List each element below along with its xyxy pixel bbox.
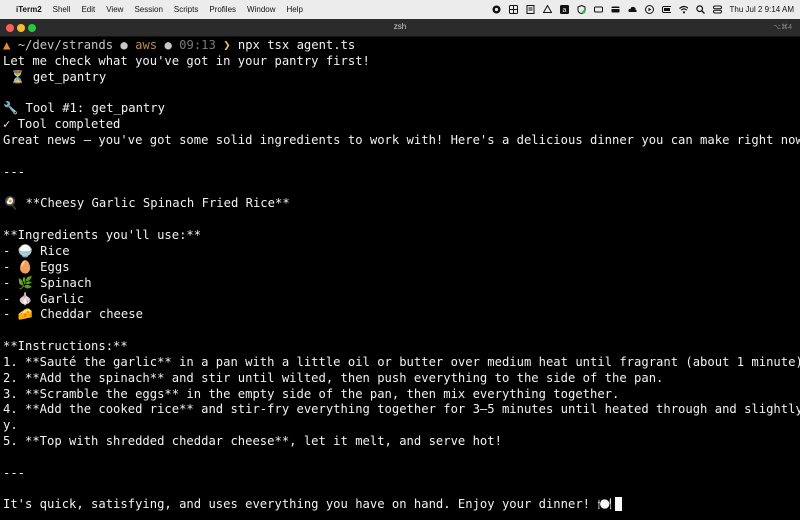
window-title: zsh <box>393 22 407 31</box>
terminal-line: **Ingredients you'll use:** <box>3 228 800 244</box>
terminal-line-text: --- <box>3 465 26 480</box>
terminal-line: 🍳 **Cheesy Garlic Spinach Fried Rice** <box>3 196 800 212</box>
terminal-line: Great news – you've got some solid ingre… <box>3 133 800 149</box>
terminal-line-text: - 🧀 Cheddar cheese <box>3 307 143 322</box>
terminal-line: 4. **Add the cooked rice** and stir-fry … <box>3 402 800 418</box>
prompt-command: npx tsx agent.ts <box>237 38 356 52</box>
terminal-line-text: ✓ Tool completed <box>3 117 121 132</box>
amazon-icon[interactable]: a <box>559 5 569 14</box>
terminal-line-text: Let me check what you've got in your pan… <box>3 53 370 68</box>
terminal-line: - 🍚 Rice <box>3 244 800 260</box>
battery-icon <box>661 5 671 14</box>
menu-window[interactable]: Window <box>247 5 275 14</box>
menu-app-iterm2[interactable]: iTerm2 <box>16 5 42 14</box>
vpn-icon[interactable] <box>577 5 586 14</box>
menu-scripts[interactable]: Scripts <box>174 5 198 14</box>
terminal-line: 🔧 Tool #1: get_pantry <box>3 101 800 117</box>
terminal-line-text: ⏳ get_pantry <box>3 69 107 84</box>
terminal-line: --- <box>3 466 800 482</box>
prompt-time: 09:13 <box>179 38 216 52</box>
terminal-line-text: 5. **Top with shredded cheddar cheese**,… <box>3 434 502 449</box>
terminal-line: ✓ Tool completed <box>3 117 800 133</box>
menu-bar: iTerm2 Shell Edit View Session Scripts P… <box>0 0 800 19</box>
terminal-line-text: **Instructions:** <box>3 339 128 354</box>
terminal-line: - 🧄 Garlic <box>3 292 800 308</box>
terminal-line: --- <box>3 165 800 181</box>
menu-session[interactable]: Session <box>134 5 162 14</box>
terminal-line: - 🌿 Spinach <box>3 276 800 292</box>
terminal-line-text: Great news – you've got some solid ingre… <box>3 133 800 148</box>
menubar-clock[interactable]: Thu Jul 2 9:14 AM <box>730 5 794 14</box>
menu-help[interactable]: Help <box>287 5 303 14</box>
wifi-icon[interactable] <box>678 5 688 14</box>
terminal-line: **Instructions:** <box>3 339 800 355</box>
terminal-line-text: - 🧄 Garlic <box>3 291 85 306</box>
menu-profiles[interactable]: Profiles <box>209 5 236 14</box>
terminal-line: 3. **Scramble the eggs** in the empty si… <box>3 387 800 403</box>
svg-text:a: a <box>562 7 566 14</box>
prompt-separator: ● <box>164 38 172 52</box>
record-icon[interactable] <box>492 5 501 14</box>
terminal-line: - 🥚 Eggs <box>3 260 800 276</box>
menu-edit[interactable]: Edit <box>81 5 95 14</box>
output-lines: Let me check what you've got in your pan… <box>3 54 800 513</box>
terminal-line: It's quick, satisfying, and uses everyth… <box>3 497 800 513</box>
terminal-line-text: - 🍚 Rice <box>3 243 70 258</box>
terminal-line: y. <box>3 418 800 434</box>
search-icon[interactable] <box>695 5 705 14</box>
card-icon[interactable] <box>611 5 620 14</box>
prompt-directory: ~/dev/strands <box>17 38 114 52</box>
grid-icon[interactable] <box>508 5 518 14</box>
menu-shell[interactable]: Shell <box>53 5 71 14</box>
terminal-line-text: 🍳 **Cheesy Garlic Spinach Fried Rice** <box>3 196 290 211</box>
drive-icon[interactable] <box>542 5 552 14</box>
window-shortcut: ⌥⌘4 <box>773 24 792 31</box>
terminal-line-text: 🔧 Tool #1: get_pantry <box>3 101 165 116</box>
prompt-arrow-icon: ❯ <box>223 38 231 52</box>
terminal-line: ⏳ get_pantry <box>3 70 800 86</box>
menu-view[interactable]: View <box>106 5 123 14</box>
text-cursor <box>614 497 622 512</box>
window-titlebar[interactable]: zsh ⌥⌘4 <box>0 19 800 37</box>
status-area: a Thu Jul 2 9:14 AM <box>484 5 794 14</box>
terminal-line-text: 4. **Add the cooked rice** and stir-fry … <box>3 402 800 417</box>
document-icon[interactable] <box>526 5 535 14</box>
terminal-line: - 🧀 Cheddar cheese <box>3 307 800 323</box>
terminal-line: Let me check what you've got in your pan… <box>3 54 800 70</box>
keyboard-icon[interactable] <box>593 5 603 14</box>
terminal-line-text: - 🥚 Eggs <box>3 259 70 274</box>
terminal-line: 5. **Top with shredded cheddar cheese**,… <box>3 434 800 450</box>
terminal-line-text: - 🌿 Spinach <box>3 275 92 290</box>
terminal-line-text: It's quick, satisfying, and uses everyth… <box>3 497 613 512</box>
terminal-line-text: --- <box>3 164 26 179</box>
control-center-icon[interactable] <box>712 5 722 14</box>
prompt-triangle-icon: ▲ <box>3 38 11 52</box>
prompt-aws-profile: aws <box>135 38 158 52</box>
terminal-line: 1. **Sauté the garlic** in a pan with a … <box>3 355 800 371</box>
terminal-output[interactable]: ▲ ~/dev/strands ● aws ● 09:13 ❯ npx tsx … <box>0 37 800 520</box>
prompt-separator: ● <box>120 38 128 52</box>
terminal-line-text: 2. **Add the spinach** and stir until wi… <box>3 370 664 385</box>
terminal-line: 2. **Add the spinach** and stir until wi… <box>3 371 800 387</box>
terminal-line-text: 1. **Sauté the garlic** in a pan with a … <box>3 354 800 369</box>
shell-prompt: ▲ ~/dev/strands ● aws ● 09:13 ❯ npx tsx … <box>3 38 800 54</box>
cloud-icon[interactable] <box>627 5 637 14</box>
terminal-line-text: y. <box>3 418 18 433</box>
play-icon[interactable] <box>644 5 654 14</box>
terminal-line-text: **Ingredients you'll use:** <box>3 228 202 243</box>
terminal-line-text: 3. **Scramble the eggs** in the empty si… <box>3 386 620 401</box>
